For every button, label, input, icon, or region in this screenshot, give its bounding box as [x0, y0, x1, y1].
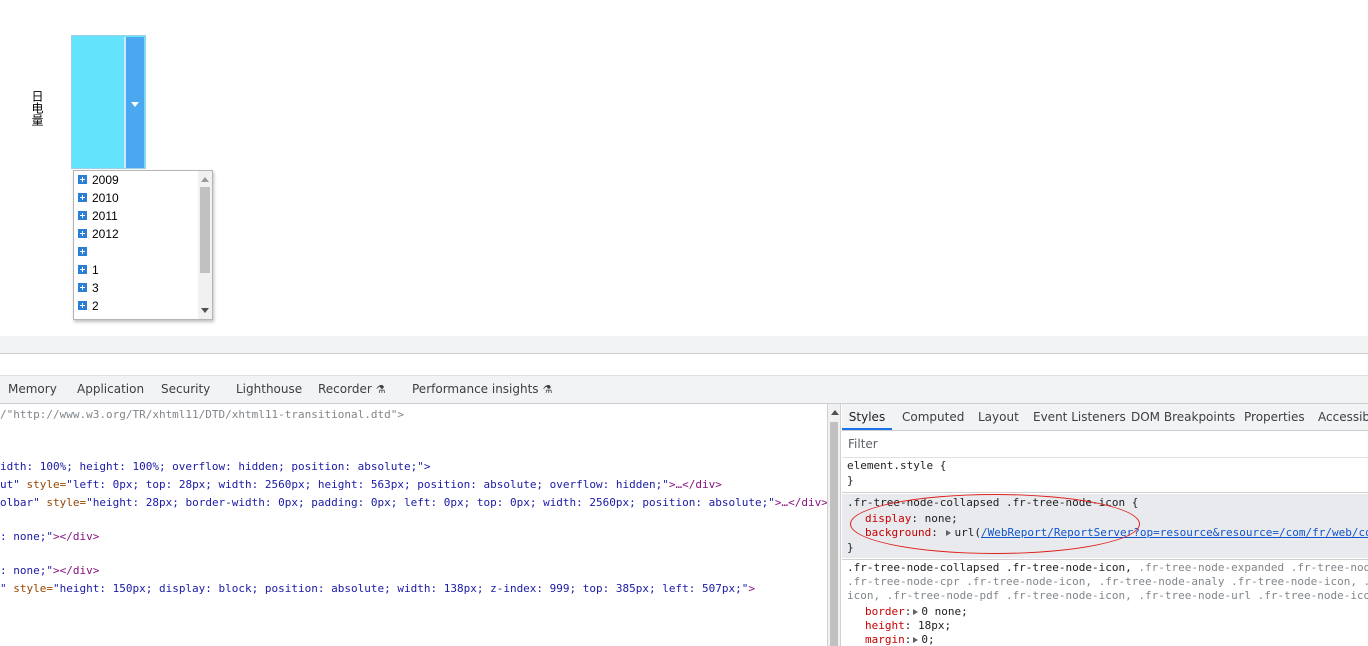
css-declaration-display[interactable]: display: none; [865, 512, 958, 526]
expand-plus-icon[interactable] [78, 193, 87, 203]
css-selector[interactable]: icon, .fr-tree-node-pdf .fr-tree-node-ic… [847, 589, 1368, 603]
tree-item[interactable]: 4 [78, 315, 99, 320]
tab-recorder[interactable]: Recorder ⚗ [318, 376, 386, 403]
flask-icon: ⚗ [542, 383, 553, 396]
expand-plus-icon[interactable] [78, 301, 87, 311]
tab-application[interactable]: Application [77, 376, 144, 403]
tab-dom-breakpoints[interactable]: DOM Breakpoints [1131, 404, 1235, 430]
css-selector[interactable]: .fr-tree-node-cpr .fr-tree-node-icon, .f… [847, 575, 1368, 589]
flask-icon: ⚗ [375, 383, 386, 396]
tree-combo-box[interactable] [71, 35, 146, 169]
scroll-down-icon[interactable] [201, 308, 209, 313]
styles-filter-bar [842, 431, 1368, 458]
tree-item[interactable]: 3 [78, 279, 99, 297]
tab-lighthouse[interactable]: Lighthouse [236, 376, 302, 403]
expand-plus-icon[interactable] [78, 175, 87, 185]
dom-line[interactable]: ut" style="left: 0px; top: 28px; width: … [0, 476, 722, 493]
tab-security[interactable]: Security [161, 376, 210, 403]
dropdown-scrollbar[interactable] [198, 171, 212, 319]
styles-sidebar: Styles Computed Layout Event Listeners D… [842, 404, 1368, 646]
tab-memory[interactable]: Memory [8, 376, 57, 403]
dom-line[interactable]: : none;"></div> [0, 528, 99, 545]
dom-line[interactable]: : none;"></div> [0, 562, 99, 579]
expand-triangle-icon[interactable] [913, 609, 919, 615]
report-canvas: 日电量 2009 2010 2011 2012 1 3 2 4 [0, 0, 1368, 336]
expand-plus-icon[interactable] [78, 229, 87, 239]
chevron-down-icon [131, 102, 139, 107]
daily-power-label: 日电量 [30, 90, 44, 126]
elements-dom-tree[interactable]: /"http://www.w3.org/TR/xhtml11/DTD/xhtml… [0, 404, 827, 646]
css-declaration-border[interactable]: border: 0 none; [865, 605, 968, 619]
scroll-up-icon[interactable] [201, 177, 209, 182]
css-declaration-margin[interactable]: margin: 0; [865, 633, 935, 646]
tree-item[interactable]: 2012 [78, 225, 119, 243]
expand-plus-icon[interactable] [78, 247, 87, 257]
dom-line[interactable]: " style="height: 150px; display: block; … [0, 580, 755, 597]
rule-close-brace: } [847, 541, 854, 554]
expand-plus-icon[interactable] [78, 319, 87, 320]
tab-computed[interactable]: Computed [902, 404, 964, 430]
tab-styles[interactable]: Styles [842, 404, 892, 430]
tree-item[interactable] [78, 243, 92, 261]
scroll-up-icon[interactable] [831, 410, 839, 415]
rule-divider [842, 492, 1368, 493]
css-declaration-height[interactable]: height: 18px; [865, 619, 951, 633]
tab-accessibility[interactable]: Accessibility [1318, 404, 1368, 430]
expand-plus-icon[interactable] [78, 265, 87, 275]
element-style-selector[interactable]: element.style { [847, 459, 946, 473]
expand-plus-icon[interactable] [78, 211, 87, 221]
scrollbar-thumb[interactable] [200, 187, 210, 273]
pane-scrollbar[interactable] [827, 404, 841, 646]
tree-item[interactable]: 2 [78, 297, 99, 315]
css-declaration-background[interactable]: background: url(/WebReport/ReportServer?… [865, 526, 1368, 540]
rule-divider [842, 559, 1368, 560]
dom-line[interactable]: idth: 100%; height: 100%; overflow: hidd… [0, 458, 430, 475]
tab-event-listeners[interactable]: Event Listeners [1033, 404, 1126, 430]
tree-item[interactable]: 2009 [78, 171, 119, 189]
tree-item[interactable]: 1 [78, 261, 99, 279]
css-selector[interactable]: .fr-tree-node-collapsed .fr-tree-node-ic… [847, 496, 1138, 510]
resource-link[interactable]: /WebReport/ReportServer?op=resource&reso… [981, 526, 1368, 539]
tree-item[interactable]: 2010 [78, 189, 119, 207]
dom-line[interactable]: olbar" style="height: 28px; border-width… [0, 494, 827, 511]
scrollbar-thumb[interactable] [830, 422, 838, 646]
expand-plus-icon[interactable] [78, 283, 87, 293]
combo-dropdown-button[interactable] [124, 37, 144, 168]
tree-dropdown-list[interactable]: 2009 2010 2011 2012 1 3 2 4 [73, 170, 213, 320]
expand-triangle-icon[interactable] [946, 530, 952, 536]
devtools-resize-bar[interactable] [0, 354, 1368, 376]
expand-triangle-icon[interactable] [913, 637, 919, 643]
rule-close-brace: } [847, 474, 854, 487]
page-bottom-strip [0, 336, 1368, 354]
tab-layout[interactable]: Layout [978, 404, 1019, 430]
doctype-line[interactable]: /"http://www.w3.org/TR/xhtml11/DTD/xhtml… [0, 406, 404, 423]
devtools-panel-tabs: Memory Application Security Lighthouse R… [0, 376, 1368, 404]
tab-properties[interactable]: Properties [1244, 404, 1305, 430]
styles-filter-input[interactable] [848, 435, 1148, 453]
tab-performance-insights[interactable]: Performance insights ⚗ [412, 376, 552, 403]
css-selector[interactable]: .fr-tree-node-collapsed .fr-tree-node-ic… [847, 561, 1368, 575]
tree-item[interactable]: 2011 [78, 207, 118, 225]
styles-sidebar-tabs: Styles Computed Layout Event Listeners D… [842, 404, 1368, 431]
